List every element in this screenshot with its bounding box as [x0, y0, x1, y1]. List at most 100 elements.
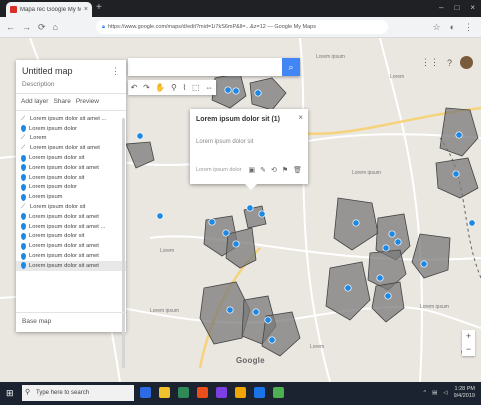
layer-item[interactable]: Lorem ipsum dolor	[16, 124, 126, 134]
tray-chevron-icon[interactable]: ^	[424, 390, 427, 396]
add-marker-icon[interactable]: ⚲	[171, 83, 177, 92]
map-place-label: Lorem	[310, 344, 325, 350]
layer-item[interactable]: Lorem ipsum	[16, 192, 126, 202]
lock-icon: 🔒︎	[102, 24, 105, 30]
taskbar-app-icon[interactable]	[178, 387, 189, 398]
bookmark-star-icon[interactable]: ☆	[432, 22, 440, 33]
taskbar-search[interactable]: ⚲ Type here to search	[22, 385, 134, 401]
hand-select-icon[interactable]: ✋	[155, 83, 165, 92]
layer-item[interactable]: Lorem ipsum dolor sit	[16, 232, 126, 242]
layer-item-label: Lorem ipsum dolor sit	[29, 233, 85, 240]
apps-grid-icon[interactable]: ⋮⋮	[421, 57, 439, 68]
layer-item[interactable]: Lorem ipsum dolor sit	[16, 153, 126, 163]
search-icon: ⚲	[25, 389, 31, 396]
url-field[interactable]: 🔒︎ https://www.google.com/maps/d/edit?mid…	[96, 20, 388, 34]
preview-button[interactable]: Preview	[76, 98, 99, 105]
delete-icon[interactable]: 🗑	[293, 166, 302, 174]
layer-item[interactable]: Lorem ipsum dolor sit amet ...	[16, 222, 126, 232]
info-actions: ▣ ✎ ⟲ ⚑ 🗑	[248, 166, 302, 174]
more-options-icon[interactable]: ⋮	[111, 66, 120, 77]
layer-item-label: Lorem ipsum dolor sit	[30, 204, 86, 211]
zoom-out-button[interactable]: −	[462, 343, 475, 356]
taskbar-app-icon[interactable]	[254, 387, 265, 398]
back-button[interactable]: ←	[6, 22, 15, 33]
taskbar-app-icon[interactable]	[216, 387, 227, 398]
forward-button[interactable]: →	[22, 22, 31, 33]
reload-button[interactable]: ⟳	[38, 22, 46, 33]
line-icon: ⟋	[21, 115, 26, 122]
taskbar-search-text: Type here to search	[36, 390, 90, 396]
layer-item[interactable]: Lorem ipsum dolor sit amet	[16, 251, 126, 261]
layer-item[interactable]: ⟋ Lorem ipsum dolor sit	[16, 202, 126, 212]
layer-item[interactable]: Lorem ipsum dolor sit amet	[16, 241, 126, 251]
undo-icon[interactable]: ↶	[131, 83, 138, 92]
google-logo: Google	[236, 356, 265, 365]
layer-item[interactable]: ⟋ Lorem	[16, 134, 126, 144]
browser-menu-icon[interactable]: ⋮	[464, 22, 473, 33]
directions-icon[interactable]: ⟲	[271, 166, 277, 174]
edit-icon[interactable]: ✎	[260, 166, 266, 174]
panel-actions: Add layer Share Preview	[21, 98, 99, 105]
redo-icon[interactable]: ↷	[143, 83, 150, 92]
taskbar-app-icon[interactable]	[159, 387, 170, 398]
map-title[interactable]: Untitled map	[22, 66, 73, 76]
layer-item-label: Lorem ipsum	[29, 194, 63, 201]
marker-pin-icon	[21, 154, 26, 162]
taskbar-app-icon[interactable]	[273, 387, 284, 398]
maximize-button[interactable]: □	[454, 3, 459, 12]
taskbar-app-icon[interactable]	[140, 387, 151, 398]
info-address: Lorem ipsum dolor	[196, 167, 242, 173]
marker-pin-icon	[21, 232, 26, 240]
layer-item-label: Lorem ipsum dolor sit	[29, 174, 85, 181]
search-button-icon[interactable]: ⌕	[282, 58, 300, 76]
extension-icon[interactable]: ◐	[450, 22, 455, 33]
url-text: https://www.google.com/maps/d/edit?mid=1…	[107, 24, 316, 30]
layer-item[interactable]: Lorem ipsum dolor sit amet	[16, 212, 126, 222]
layer-item-label: Lorem ipsum dolor sit amet	[29, 213, 99, 220]
clock-time: 1:28 PM	[454, 386, 475, 392]
layer-item[interactable]: Lorem ipsum dolor	[16, 183, 126, 193]
address-bar-area: ← → ⟳ ⌂ 🔒︎ https://www.google.com/maps/d/…	[0, 17, 481, 38]
add-directions-icon[interactable]: ⬚	[192, 83, 200, 92]
add-layer-button[interactable]: Add layer	[21, 98, 48, 105]
browser-tab[interactable]: Mapa rec Google My Ma... ×	[6, 2, 92, 17]
draw-line-icon[interactable]: ⌇	[182, 83, 186, 92]
volume-icon[interactable]: ◁	[443, 390, 447, 396]
base-map-toggle[interactable]: Base map	[22, 318, 51, 325]
minimize-button[interactable]: –	[439, 3, 443, 12]
marker-pin-icon	[21, 262, 26, 270]
share-button[interactable]: Share	[53, 98, 70, 105]
panel-scrollbar[interactable]	[122, 118, 125, 368]
user-avatar[interactable]	[460, 56, 473, 69]
feature-info-window: Lorem ipsum dolor sit (1) × Lorem ipsum …	[190, 109, 308, 190]
close-window-button[interactable]: ×	[470, 3, 475, 12]
network-icon[interactable]: ▤	[432, 390, 437, 396]
windows-start-icon[interactable]: ⊞	[6, 388, 16, 398]
tab-close-icon[interactable]: ×	[84, 6, 88, 13]
taskbar-app-icon[interactable]	[197, 387, 208, 398]
map-description[interactable]: Description	[22, 81, 55, 88]
new-tab-button[interactable]: +	[96, 3, 102, 13]
measure-distance-icon[interactable]: ⇔	[205, 83, 213, 92]
info-close-icon[interactable]: ×	[298, 113, 303, 122]
layer-item[interactable]: ⟋ Lorem ipsum dolor sit amet ...	[16, 114, 126, 124]
layer-item-label: Lorem ipsum dolor sit amet ...	[29, 223, 106, 230]
layer-item-label: Lorem ipsum dolor sit amet ...	[30, 115, 107, 122]
windows-taskbar: ⊞ ⚲ Type here to search ^ ▤ ◁ 1:28 PM 9/…	[0, 382, 481, 405]
clock[interactable]: 1:28 PM 9/4/2019	[454, 386, 475, 400]
layer-item[interactable]: Lorem ipsum dolor sit	[16, 173, 126, 183]
layer-item[interactable]: Lorem ipsum dolor sit amet	[16, 163, 126, 173]
account-controls: ⋮⋮ ?	[421, 56, 473, 69]
map-search-input[interactable]	[128, 58, 284, 76]
layer-item[interactable]: ⟋ Lorem ipsum dolor sit amet	[16, 143, 126, 153]
layer-item[interactable]: Lorem ipsum dolor sit amet	[16, 260, 126, 271]
home-button[interactable]: ⌂	[53, 22, 58, 33]
browser-toolbar-icons: ☆ ◐ ⋮	[432, 22, 473, 33]
help-icon[interactable]: ?	[447, 58, 452, 68]
maps-favicon-icon	[10, 6, 17, 13]
flag-icon[interactable]: ⚑	[282, 166, 288, 174]
taskbar-app-icon[interactable]	[235, 387, 246, 398]
layer-item-label: Lorem ipsum dolor sit	[29, 155, 85, 162]
style-icon[interactable]: ▣	[248, 166, 255, 174]
zoom-in-button[interactable]: +	[462, 330, 475, 343]
